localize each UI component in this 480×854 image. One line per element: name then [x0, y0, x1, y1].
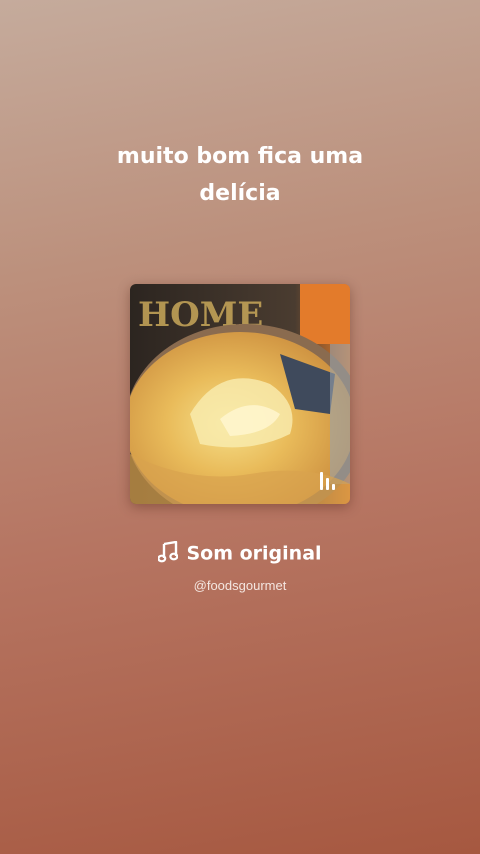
food-image: HOME [130, 284, 350, 504]
audio-cover-image[interactable]: HOME [130, 284, 350, 504]
caption-line-1: muito bom fica uma [116, 144, 364, 169]
music-note-icon [158, 540, 179, 562]
audio-title-row[interactable]: Som original [0, 539, 480, 568]
equalizer-bars-icon [320, 472, 336, 490]
audio-author-handle[interactable]: @foodsgourmet [0, 577, 480, 595]
audio-title: Som original [186, 542, 322, 565]
story-caption: muito bom fica uma delícia [0, 138, 480, 212]
caption-line-2: delícia [199, 181, 281, 206]
